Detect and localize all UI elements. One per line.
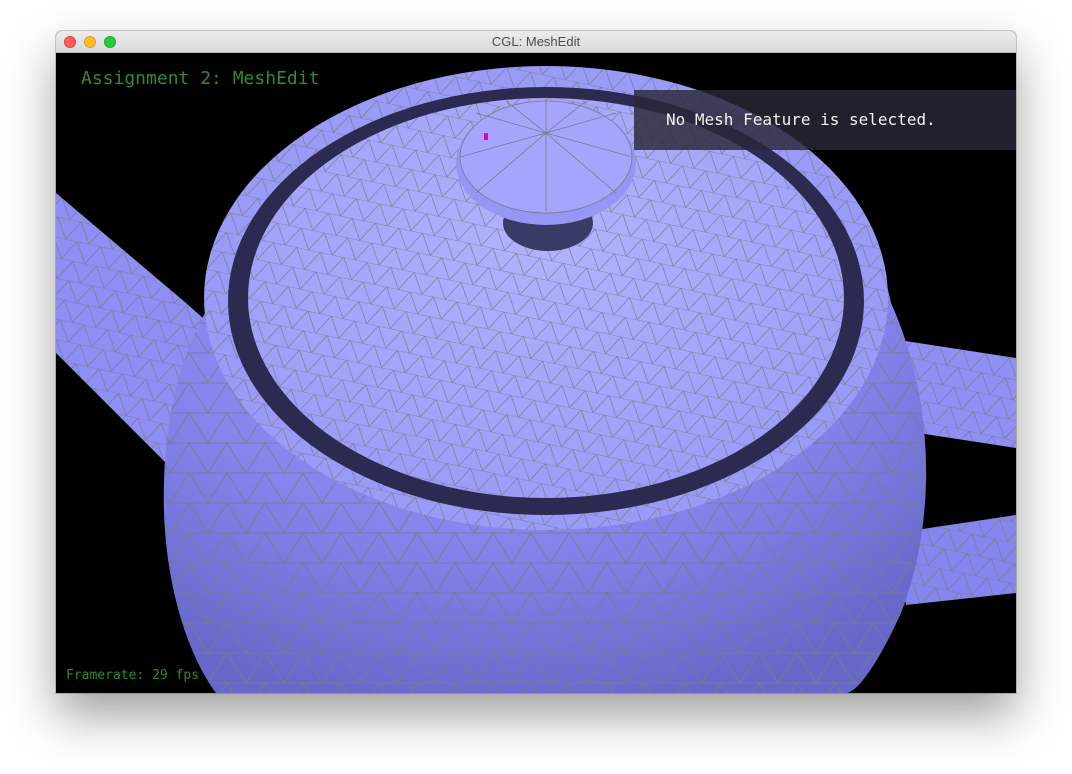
- window-title: CGL: MeshEdit: [491, 34, 581, 49]
- selection-marker: [484, 133, 488, 140]
- app-heading: Assignment 2: MeshEdit: [81, 68, 320, 89]
- selection-info-panel: No Mesh Feature is selected.: [634, 90, 1016, 150]
- selection-info-text: No Mesh Feature is selected.: [666, 110, 936, 129]
- framerate-readout: Framerate: 29 fps: [66, 668, 200, 683]
- app-window: CGL: MeshEdit Assignment 2: MeshEdit No …: [56, 31, 1016, 693]
- title-bar[interactable]: CGL: MeshEdit: [56, 31, 1016, 53]
- mesh-viewport[interactable]: Assignment 2: MeshEdit No Mesh Feature i…: [56, 53, 1016, 693]
- teapot-lid: [248, 97, 844, 498]
